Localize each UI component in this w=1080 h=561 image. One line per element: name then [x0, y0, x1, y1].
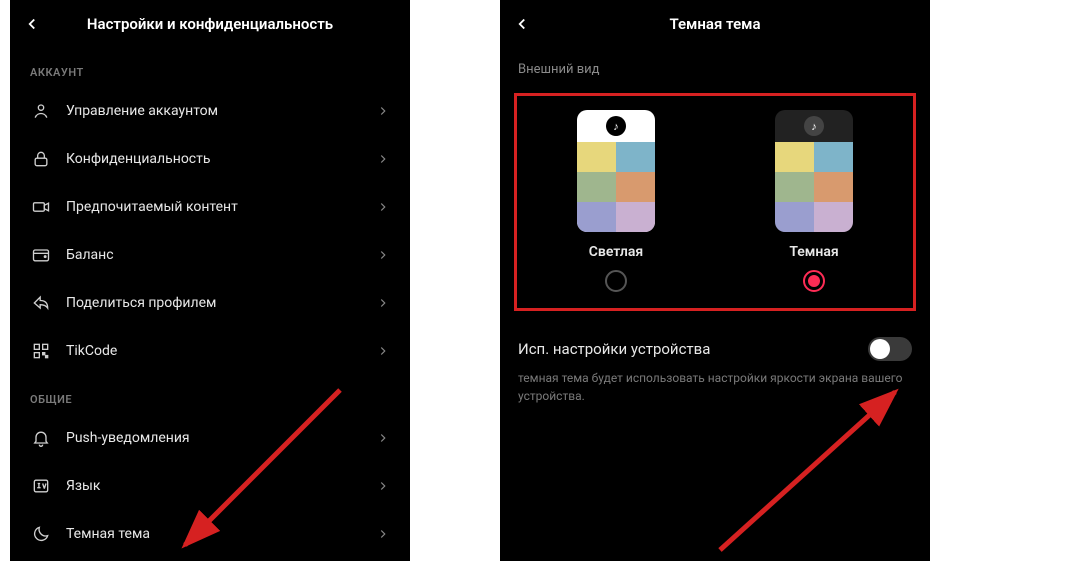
section-account-label: АККАУНТ — [10, 48, 410, 87]
row-label: TikCode — [66, 343, 376, 359]
tiktok-icon: ♪ — [606, 116, 626, 136]
row-label: Язык — [66, 478, 376, 494]
bell-icon — [30, 427, 52, 449]
tiktok-icon: ♪ — [804, 116, 824, 136]
theme-label: Темная — [789, 244, 838, 260]
back-button[interactable] — [18, 10, 46, 38]
row-tikcode[interactable]: TikCode — [10, 327, 410, 375]
section-general-label: ОБЩИЕ — [10, 375, 410, 414]
page-title: Темная тема — [500, 15, 930, 33]
theme-option-dark[interactable]: ♪ Темная — [775, 110, 853, 292]
chevron-left-icon — [23, 15, 41, 33]
row-privacy[interactable]: Конфиденциальность — [10, 135, 410, 183]
row-label: Поделиться профилем — [66, 295, 376, 311]
row-content-pref[interactable]: Предпочитаемый контент — [10, 183, 410, 231]
chevron-right-icon — [376, 527, 390, 541]
radio-light[interactable] — [605, 270, 627, 292]
chevron-right-icon — [376, 248, 390, 262]
chevron-right-icon — [376, 344, 390, 358]
theme-preview-light: ♪ — [577, 110, 655, 232]
toggle-hint: темная тема будет использовать настройки… — [500, 365, 930, 405]
row-push[interactable]: Push-уведомления — [10, 414, 410, 462]
user-icon — [30, 100, 52, 122]
dark-mode-screen: Темная тема Внешний вид ♪ Светлая ♪ Темн… — [500, 0, 930, 561]
theme-selection-highlight: ♪ Светлая ♪ Темная — [514, 93, 916, 311]
device-settings-row: Исп. настройки устройства — [500, 311, 930, 365]
row-label: Темная тема — [66, 526, 376, 542]
lock-icon — [30, 148, 52, 170]
chevron-right-icon — [376, 479, 390, 493]
row-label: Предпочитаемый контент — [66, 199, 376, 215]
row-share-profile[interactable]: Поделиться профилем — [10, 279, 410, 327]
back-button[interactable] — [508, 10, 536, 38]
wallet-icon — [30, 244, 52, 266]
row-label: Управление аккаунтом — [66, 103, 376, 119]
toggle-knob — [870, 339, 890, 359]
video-icon — [30, 196, 52, 218]
header: Настройки и конфиденциальность — [10, 0, 410, 48]
device-settings-toggle[interactable] — [868, 337, 912, 361]
row-balance[interactable]: Баланс — [10, 231, 410, 279]
chevron-right-icon — [376, 104, 390, 118]
page-title: Настройки и конфиденциальность — [10, 15, 410, 33]
share-icon — [30, 292, 52, 314]
theme-option-light[interactable]: ♪ Светлая — [577, 110, 655, 292]
row-dark-mode[interactable]: Темная тема — [10, 510, 410, 558]
row-manage-account[interactable]: Управление аккаунтом — [10, 87, 410, 135]
theme-label: Светлая — [589, 244, 643, 260]
toggle-label: Исп. настройки устройства — [518, 340, 868, 358]
row-label: Push-уведомления — [66, 430, 376, 446]
chevron-right-icon — [376, 200, 390, 214]
chevron-left-icon — [513, 15, 531, 33]
radio-dark[interactable] — [803, 270, 825, 292]
settings-screen: Настройки и конфиденциальность АККАУНТ У… — [10, 0, 410, 561]
chevron-right-icon — [376, 296, 390, 310]
header: Темная тема — [500, 0, 930, 48]
appearance-label: Внешний вид — [500, 48, 930, 83]
language-icon — [30, 475, 52, 497]
row-label: Баланс — [66, 247, 376, 263]
chevron-right-icon — [376, 152, 390, 166]
moon-icon — [30, 523, 52, 545]
row-label: Конфиденциальность — [66, 151, 376, 167]
row-language[interactable]: Язык — [10, 462, 410, 510]
chevron-right-icon — [376, 431, 390, 445]
theme-preview-dark: ♪ — [775, 110, 853, 232]
qr-icon — [30, 340, 52, 362]
